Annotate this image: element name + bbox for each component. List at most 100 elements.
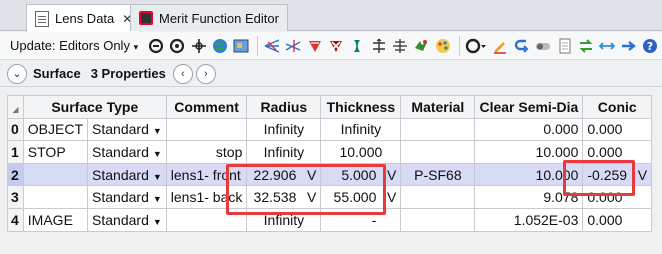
comment-cell[interactable] — [165, 117, 248, 142]
table-row[interactable]: 4 IMAGE Standard ▼ Infinity - 1.052E-03 0… — [7, 207, 653, 232]
collapse-properties-button[interactable]: ⌄ — [7, 63, 27, 84]
header-surface-type[interactable]: Surface Type — [22, 95, 167, 119]
row-number[interactable]: 0 — [7, 117, 24, 142]
surface-name-cell[interactable] — [22, 185, 89, 209]
dropdown-arrow-icon[interactable]: ▼ — [153, 217, 162, 227]
refresh-all-icon[interactable] — [168, 36, 187, 56]
row-number[interactable]: 1 — [7, 140, 24, 164]
semi-dia-cell[interactable]: 9.078 — [474, 185, 584, 209]
semi-dia-cell[interactable]: 10.000 — [474, 162, 584, 187]
next-surface-button[interactable]: › — [195, 63, 216, 84]
refresh-icon[interactable] — [146, 36, 165, 56]
radius-cell[interactable]: Infinity — [246, 207, 322, 232]
palette-icon[interactable] — [433, 36, 452, 56]
surface-type-cell[interactable]: Standard ▼ — [87, 185, 167, 209]
material-cell[interactable]: P-SF68 — [400, 162, 476, 187]
row-number[interactable]: 2 — [7, 162, 24, 187]
ray-trace-icon[interactable] — [283, 36, 302, 56]
thickness-cell[interactable]: - — [320, 207, 402, 232]
dropdown-arrow-icon[interactable]: ▼ — [153, 194, 162, 204]
conic-cell[interactable]: 0.000 — [582, 207, 653, 232]
variable-flag[interactable]: V — [384, 189, 396, 205]
swap-arrows-icon[interactable] — [576, 36, 595, 56]
material-cell[interactable] — [400, 207, 476, 232]
circle-dropdown-icon[interactable] — [464, 36, 489, 56]
variable-flag[interactable]: V — [635, 167, 647, 183]
globe-icon[interactable] — [210, 36, 229, 56]
radius-value: 32.538 — [253, 189, 297, 206]
material-cell[interactable] — [400, 117, 476, 142]
semi-dia-cell[interactable]: 0.000 — [474, 117, 584, 142]
arrow-right-icon[interactable] — [619, 36, 638, 56]
material-cell[interactable] — [400, 140, 476, 164]
comment-cell[interactable]: lens1- front — [165, 162, 248, 187]
expand-horizontal-icon[interactable] — [598, 36, 617, 56]
header-comment[interactable]: Comment — [165, 95, 248, 119]
mirror-icon[interactable] — [369, 36, 388, 56]
header-thickness[interactable]: Thickness — [320, 95, 402, 119]
conic-cell[interactable]: 0.000 — [582, 185, 653, 209]
element-icon[interactable] — [348, 36, 367, 56]
map-icon[interactable] — [232, 36, 251, 56]
tab-merit-function-editor[interactable]: Merit Function Editor — [130, 4, 288, 31]
dropdown-arrow-icon[interactable]: ▼ — [153, 149, 162, 159]
surface-name-cell[interactable]: IMAGE — [22, 207, 89, 232]
header-conic[interactable]: Conic — [582, 95, 653, 119]
header-material[interactable]: Material — [400, 95, 476, 119]
radius-cell[interactable]: 32.538 V — [246, 185, 322, 209]
table-row[interactable]: 0 OBJECT Standard ▼ Infinity Infinity 0.0… — [7, 117, 653, 142]
conic-value: -0.259 — [587, 166, 628, 183]
table-row[interactable]: 3 Standard ▼ lens1- back 32.538 V 55.000 V … — [7, 185, 653, 209]
semi-dia-cell[interactable]: 1.052E-03 — [474, 207, 584, 232]
toggle-icon[interactable] — [534, 36, 553, 56]
lens-group-icon[interactable] — [305, 36, 324, 56]
tab-lens-data-label: Lens Data — [55, 11, 115, 26]
variable-flag[interactable]: V — [384, 167, 396, 183]
row-number[interactable]: 4 — [7, 207, 24, 232]
crosshair-icon[interactable] — [189, 36, 208, 56]
surface-type-cell[interactable]: Standard ▼ — [87, 117, 167, 142]
pencil-icon[interactable] — [491, 36, 510, 56]
radius-cell[interactable]: 22.906 V — [246, 162, 322, 187]
comment-cell[interactable]: lens1- back — [165, 185, 248, 209]
conic-value: 0.000 — [587, 143, 623, 160]
semi-dia-cell[interactable]: 10.000 — [474, 140, 584, 164]
header-radius[interactable]: Radius — [246, 95, 322, 119]
document-icon[interactable] — [555, 36, 574, 56]
thickness-cell[interactable]: 55.000 V — [320, 185, 402, 209]
lens-catalog-icon[interactable] — [412, 36, 431, 56]
table-row-selected[interactable]: 2 Standard ▼ lens1- front 22.906 V 5.000 V … — [7, 162, 653, 187]
coordinate-break-icon[interactable] — [390, 36, 409, 56]
surface-name-cell[interactable]: STOP — [22, 140, 89, 164]
ray-fan-icon[interactable] — [262, 36, 281, 56]
tab-lens-data[interactable]: Lens Data ✕ — [26, 4, 142, 32]
comment-cell[interactable] — [165, 207, 248, 232]
radius-cell[interactable]: Infinity — [246, 140, 322, 164]
surface-name-cell[interactable] — [22, 162, 89, 187]
dropdown-arrow-icon[interactable]: ▼ — [153, 172, 162, 182]
comment-cell[interactable]: stop — [165, 140, 248, 164]
dropdown-arrow-icon[interactable]: ▼ — [153, 126, 162, 136]
radius-cell[interactable]: Infinity — [246, 117, 322, 142]
thickness-cell[interactable]: 10.000 — [320, 140, 402, 164]
row-number[interactable]: 3 — [7, 185, 24, 209]
conic-cell[interactable]: -0.259 V — [582, 162, 653, 187]
update-mode-dropdown[interactable]: Update: Editors Only ▾ — [10, 38, 138, 53]
surface-type-cell[interactable]: Standard ▼ — [87, 140, 167, 164]
surface-type-cell[interactable]: Standard ▼ — [87, 162, 167, 187]
surface-name-cell[interactable]: OBJECT — [22, 117, 89, 142]
material-cell[interactable] — [400, 185, 476, 209]
surface-type-cell[interactable]: Standard ▼ — [87, 207, 167, 232]
table-row[interactable]: 1 STOP Standard ▼ stop Infinity 10.000 10… — [7, 140, 653, 164]
header-clear-semi-dia[interactable]: Clear Semi-Dia — [474, 95, 584, 119]
thickness-cell[interactable]: Infinity — [320, 117, 402, 142]
undo-icon[interactable] — [512, 36, 531, 56]
variable-flag[interactable]: V — [304, 167, 316, 183]
conic-cell[interactable]: 0.000 — [582, 140, 653, 164]
help-icon[interactable]: ? — [640, 36, 659, 56]
thickness-cell[interactable]: 5.000 V — [320, 162, 402, 187]
variable-flag[interactable]: V — [304, 189, 316, 205]
lens-delete-icon[interactable] — [326, 36, 345, 56]
conic-cell[interactable]: 0.000 — [582, 117, 653, 142]
previous-surface-button[interactable]: ‹ — [172, 63, 193, 84]
